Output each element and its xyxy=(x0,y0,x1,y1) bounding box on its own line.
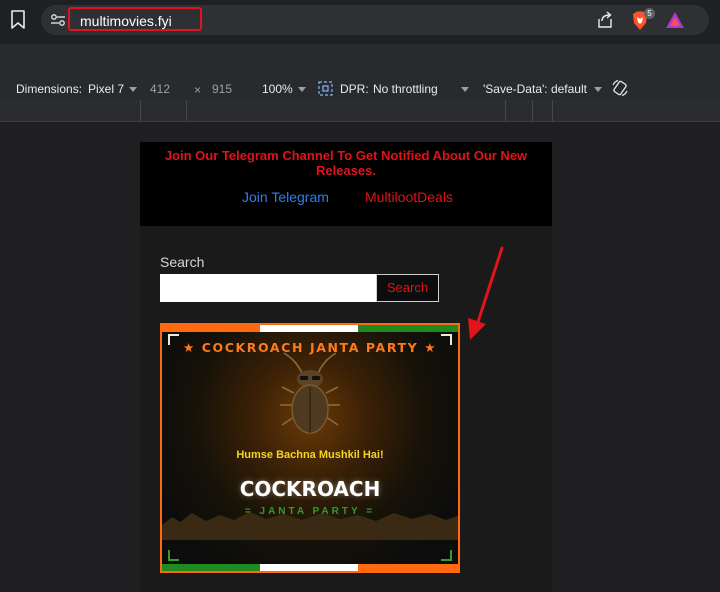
device-caret-icon xyxy=(129,87,137,92)
url-text[interactable]: multimovies.fyi xyxy=(80,13,172,29)
shields-count-badge: 5 xyxy=(644,8,655,19)
times-symbol: × xyxy=(194,83,202,97)
banner-subline: = JANTA PARTY = xyxy=(244,506,376,517)
dpr-label: DPR: xyxy=(340,82,369,96)
bookmark-icon[interactable] xyxy=(10,10,26,30)
rotate-icon[interactable] xyxy=(611,79,629,97)
telegram-notice-bar: Join Our Telegram Channel To Get Notifie… xyxy=(140,142,552,226)
tricolor-top-bar xyxy=(162,325,458,332)
share-icon[interactable] xyxy=(596,11,614,29)
browser-toolbar: multimovies.fyi 5 xyxy=(0,0,720,44)
corner-bracket-icon xyxy=(441,550,452,561)
search-input[interactable] xyxy=(160,274,376,302)
red-arrow-annotation xyxy=(468,246,504,340)
search-button[interactable]: Search xyxy=(376,274,439,302)
web-page: Join Our Telegram Channel To Get Notifie… xyxy=(140,142,552,592)
banner-headline: COCKROACH xyxy=(239,477,381,501)
crowd-silhouette xyxy=(162,512,458,540)
corner-bracket-icon xyxy=(168,550,179,561)
save-data-caret-icon xyxy=(594,87,602,92)
throttling-select[interactable]: No throttling xyxy=(373,82,438,96)
width-field[interactable]: 412 xyxy=(150,82,170,96)
dpr-icon[interactable] xyxy=(318,81,333,96)
ad-banner[interactable]: ★ COCKROACH JANTA PARTY ★ Humse Bachna M… xyxy=(160,323,460,573)
banner-tagline: Humse Bachna Mushkil Hai! xyxy=(236,449,384,461)
join-telegram-link[interactable]: Join Telegram xyxy=(242,189,329,205)
throttling-caret-icon xyxy=(461,87,469,92)
brave-rewards-icon[interactable] xyxy=(665,11,685,29)
tricolor-bottom-bar xyxy=(162,564,458,571)
save-data-select[interactable]: 'Save-Data': default xyxy=(483,82,587,96)
dimensions-label: Dimensions: xyxy=(16,82,83,96)
telegram-notice-text: Join Our Telegram Channel To Get Notifie… xyxy=(164,148,528,178)
url-highlight-box: multimovies.fyi xyxy=(68,7,202,31)
address-bar[interactable]: multimovies.fyi 5 xyxy=(41,5,709,35)
zoom-caret-icon xyxy=(298,87,306,92)
site-settings-icon[interactable] xyxy=(50,12,66,28)
cockroach-icon xyxy=(280,352,340,434)
media-query-ruler[interactable] xyxy=(0,100,720,122)
device-select[interactable]: Pixel 7 xyxy=(88,82,124,96)
search-label: Search xyxy=(160,254,205,270)
height-field[interactable]: 915 xyxy=(212,82,232,96)
multiloot-deals-link[interactable]: MultilootDeals xyxy=(365,189,453,205)
zoom-select[interactable]: 100% xyxy=(262,82,293,96)
